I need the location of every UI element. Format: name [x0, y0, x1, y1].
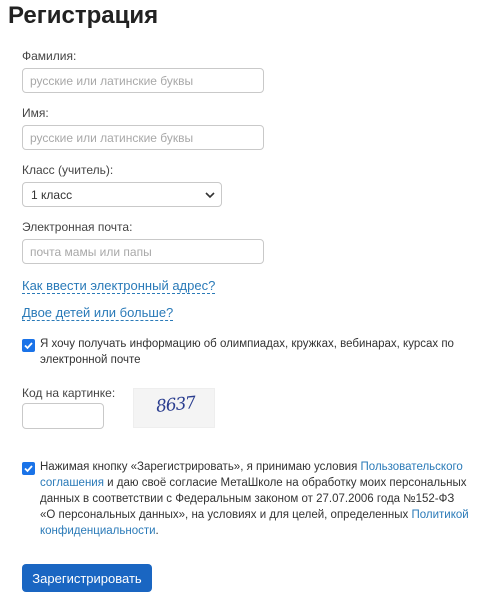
captcha-image: 8637 [133, 388, 215, 428]
name-input[interactable] [22, 125, 264, 150]
grade-select-value: 1 класс [31, 188, 73, 202]
page-title: Регистрация [8, 2, 159, 29]
consent-text-part-3: . [155, 525, 159, 537]
captcha-input[interactable] [22, 403, 104, 429]
email-label: Электронная почта: [22, 220, 133, 234]
grade-label: Класс (учитель): [22, 163, 114, 177]
register-button[interactable]: Зарегистрировать [22, 564, 152, 592]
surname-input[interactable] [22, 68, 264, 93]
checkmark-icon [24, 465, 33, 473]
consent-text: Нажимая кнопку «Зарегистрировать», я при… [40, 459, 470, 539]
chevron-down-icon [205, 192, 215, 199]
captcha-image-text: 8637 [155, 393, 197, 417]
email-input[interactable] [22, 239, 264, 264]
two-children-link[interactable]: Двое детей или больше? [22, 305, 174, 321]
surname-label: Фамилия: [22, 49, 77, 63]
consent-text-part-2: и даю своё согласие МетаШколе на обработ… [40, 477, 467, 521]
checkmark-icon [24, 342, 33, 350]
captcha-label: Код на картинке: [22, 386, 116, 400]
consent-text-part-1: Нажимая кнопку «Зарегистрировать», я при… [40, 461, 361, 473]
consent-checkbox[interactable] [22, 462, 35, 475]
how-to-email-link[interactable]: Как ввести электронный адрес? [22, 278, 216, 294]
name-label: Имя: [22, 106, 49, 120]
newsletter-text: Я хочу получать информацию об олимпиадах… [40, 338, 454, 366]
newsletter-checkbox[interactable] [22, 339, 35, 352]
grade-select[interactable]: 1 класс [22, 182, 222, 207]
